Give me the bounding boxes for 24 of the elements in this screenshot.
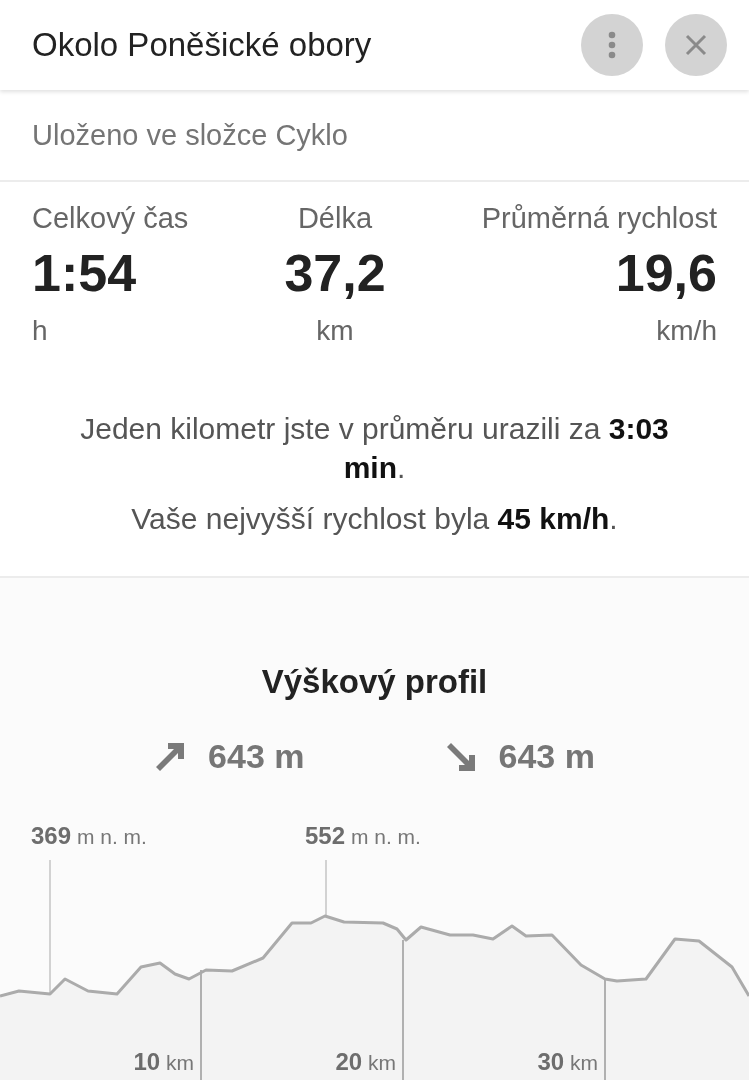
stat-value: 19,6 — [614, 243, 717, 303]
stat-label: Celkový čas — [32, 202, 189, 235]
stat-unit: km/h — [655, 315, 717, 347]
more-icon — [608, 31, 616, 59]
route-title: Okolo Poněšické obory — [32, 26, 373, 64]
close-icon — [685, 34, 707, 56]
stat-unit: h — [32, 315, 49, 347]
elevation-value: 643 m — [208, 737, 305, 776]
section-title: Výškový profil — [260, 663, 489, 701]
folder-label: Uloženo ve složce Cyklo — [0, 90, 749, 182]
elevation-marker-label: 369 m n. m. — [31, 822, 147, 850]
distance-tick-label: 30 km — [537, 1048, 598, 1076]
elevation-marker-label: 552 m n. m. — [305, 822, 421, 850]
elevation-value: 643 m — [498, 737, 595, 776]
distance-tick-label: 10 km — [133, 1048, 194, 1076]
stat-label: Délka — [296, 202, 374, 235]
distance-tick-label: 20 km — [335, 1048, 396, 1076]
up-arrow-icon — [154, 740, 187, 773]
stat-value: 37,2 — [284, 243, 386, 303]
stat-label: Průměrná rychlost — [481, 202, 717, 235]
summary-text: Vaše nejvyšší rychlost byla 45 km/h. — [130, 501, 619, 537]
summary-text: Jeden kilometr jste v průměru urazili za 3:03 min. — [79, 411, 670, 486]
stat-unit: km — [315, 315, 355, 347]
stat-value: 1:54 — [32, 243, 138, 303]
